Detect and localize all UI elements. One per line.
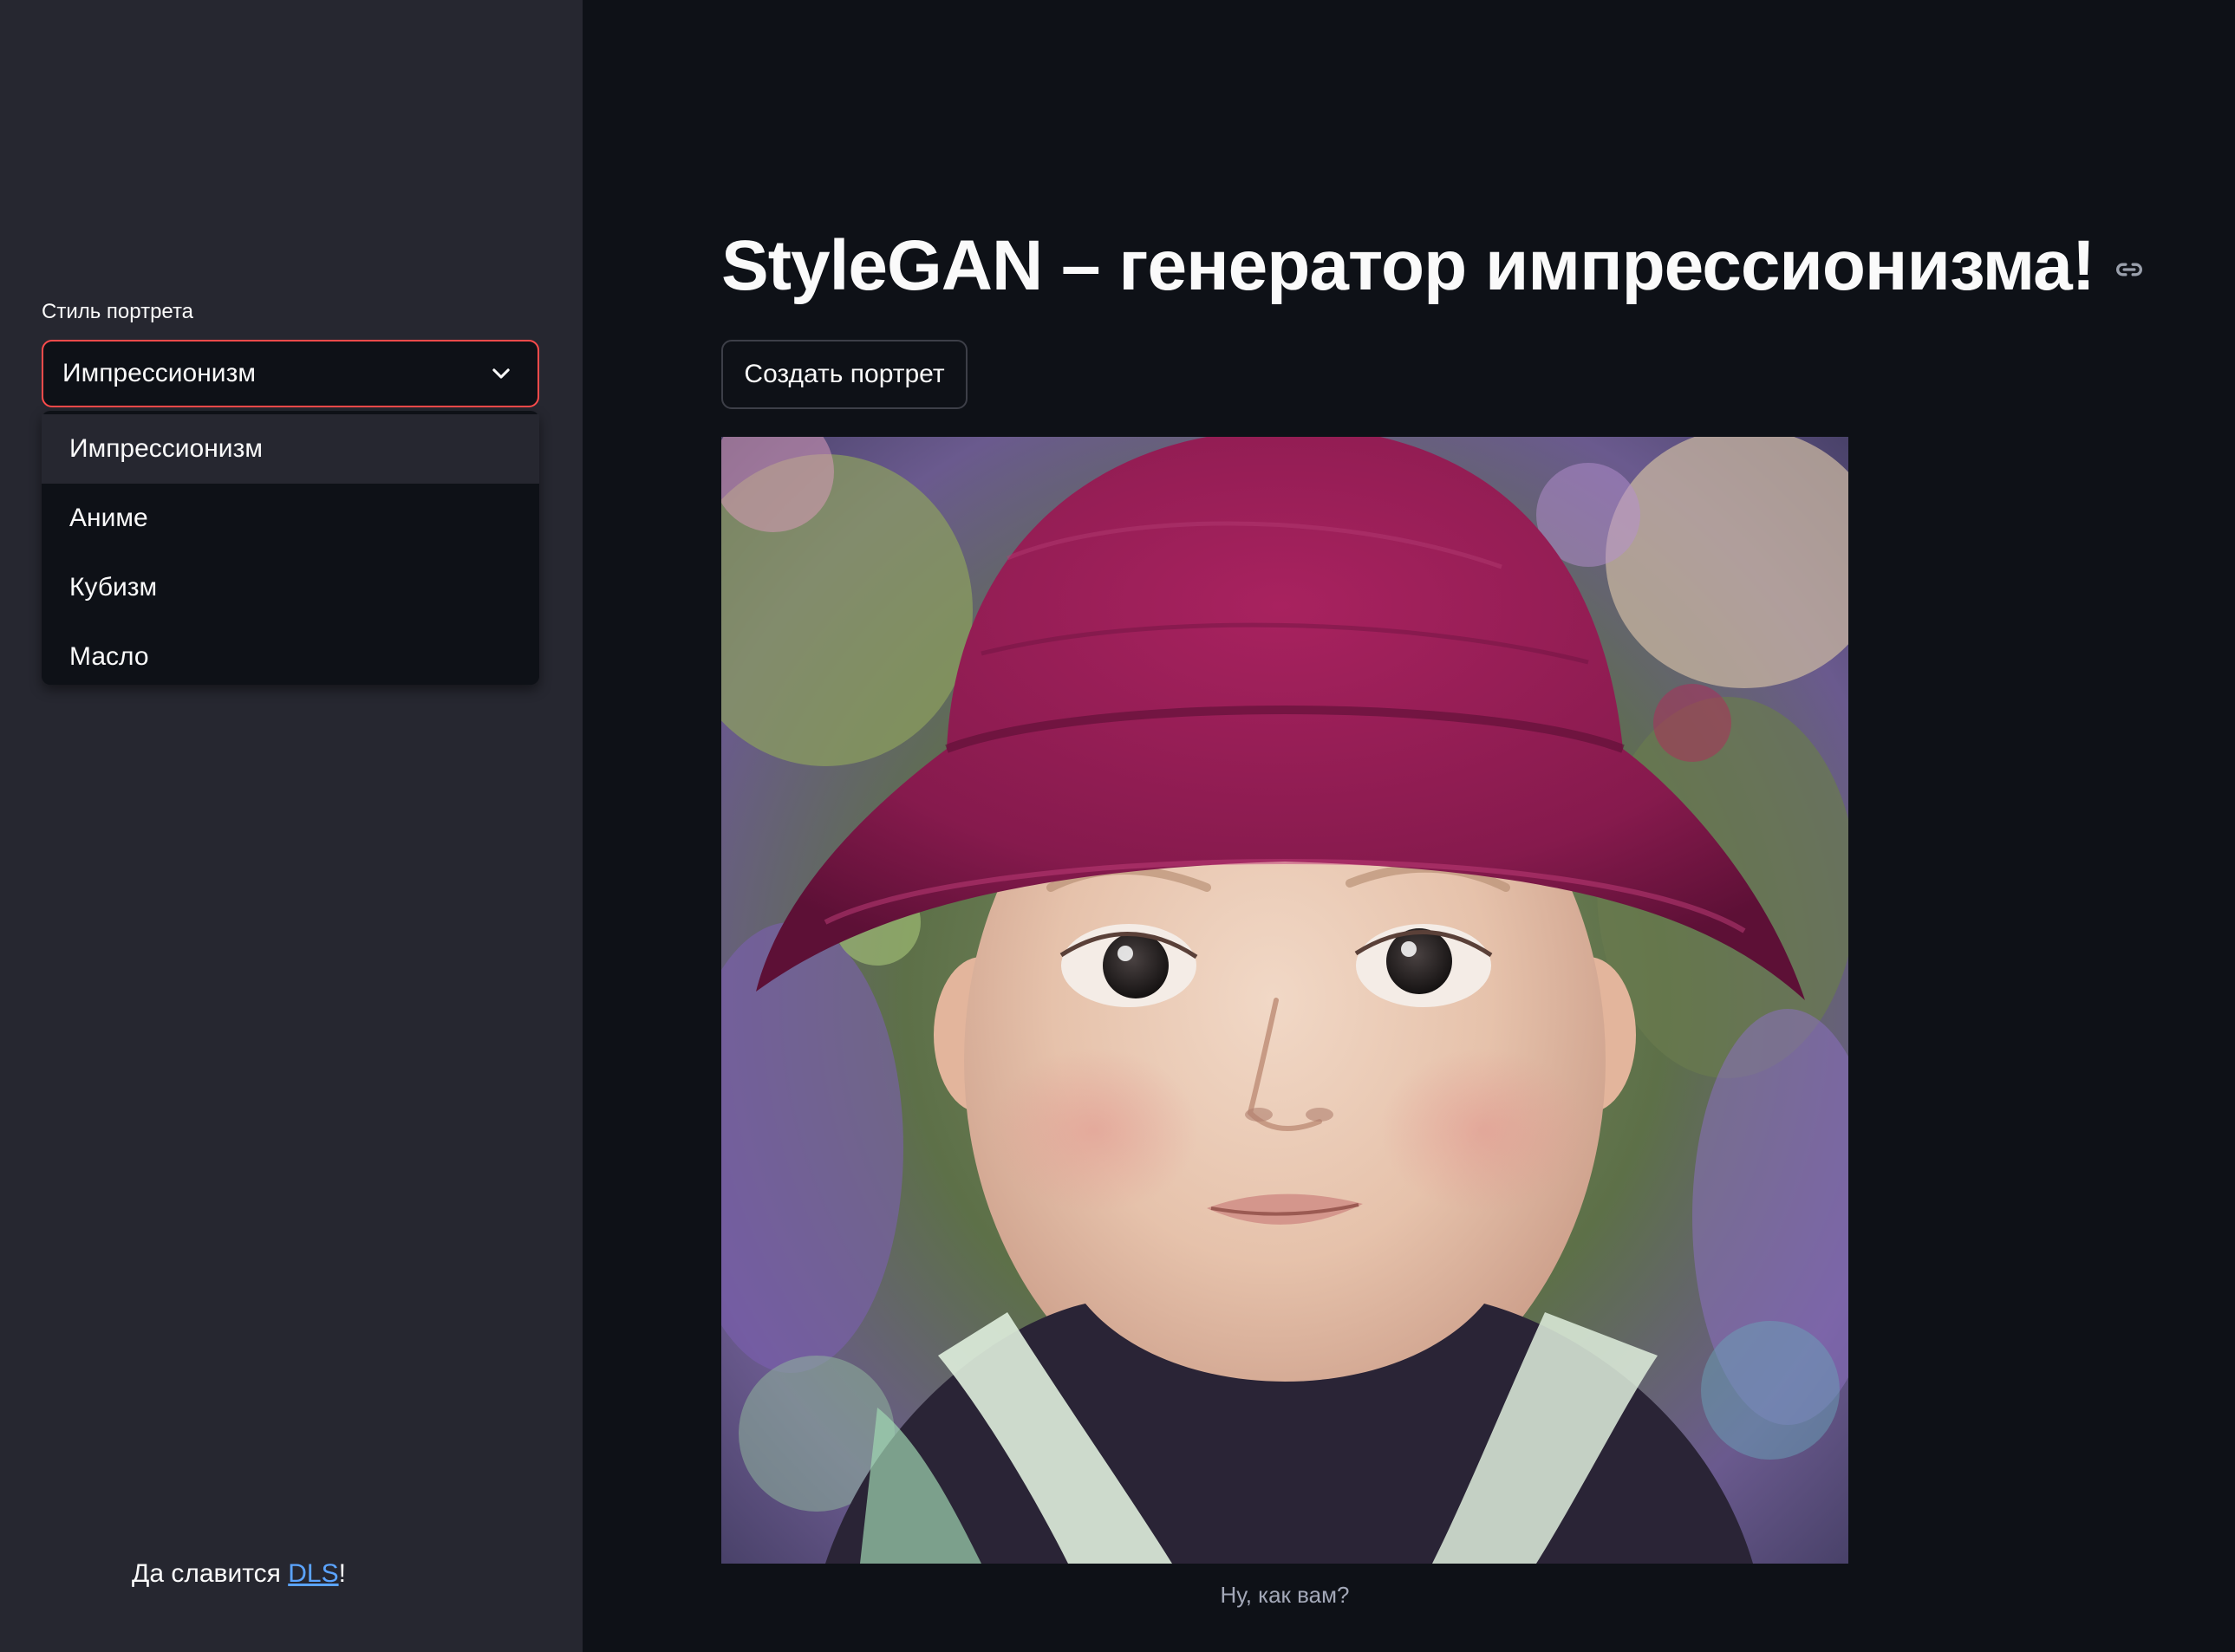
style-select-label: Стиль портрета	[42, 300, 194, 323]
app-root: Стиль портрета Импрессионизм Импрессиони…	[0, 0, 2235, 1652]
footer-prefix: Да славится	[132, 1559, 289, 1588]
sidebar: Стиль портрета Импрессионизм Импрессиони…	[0, 0, 583, 1652]
style-select[interactable]: Импрессионизм	[42, 340, 539, 407]
page-title: StyleGAN – генератор импрессионизма!	[721, 226, 2095, 305]
generated-portrait-image	[721, 437, 1848, 1564]
main-content: StyleGAN – генератор импрессионизма! Соз…	[583, 0, 2235, 1652]
create-portrait-button[interactable]: Создать портрет	[721, 340, 968, 409]
footer-suffix: !	[338, 1559, 346, 1588]
dropdown-option-oil[interactable]: Масло	[42, 622, 539, 692]
dropdown-option-anime[interactable]: Аниме	[42, 484, 539, 553]
dropdown-option-impressionism[interactable]: Импрессионизм	[42, 414, 539, 484]
image-caption: Ну, как вам?	[1220, 1582, 1350, 1608]
sidebar-footer: Да славится DLS!	[132, 1557, 346, 1591]
dropdown-option-cubism[interactable]: Кубизм	[42, 553, 539, 622]
title-row: StyleGAN – генератор импрессионизма!	[721, 218, 2147, 314]
chevron-down-icon[interactable]	[484, 356, 518, 391]
style-dropdown-menu: Импрессионизм Аниме Кубизм Масло	[42, 411, 539, 685]
dls-link[interactable]: DLS	[288, 1559, 338, 1588]
link-icon[interactable]	[2112, 252, 2147, 287]
style-select-value: Импрессионизм	[62, 359, 256, 387]
